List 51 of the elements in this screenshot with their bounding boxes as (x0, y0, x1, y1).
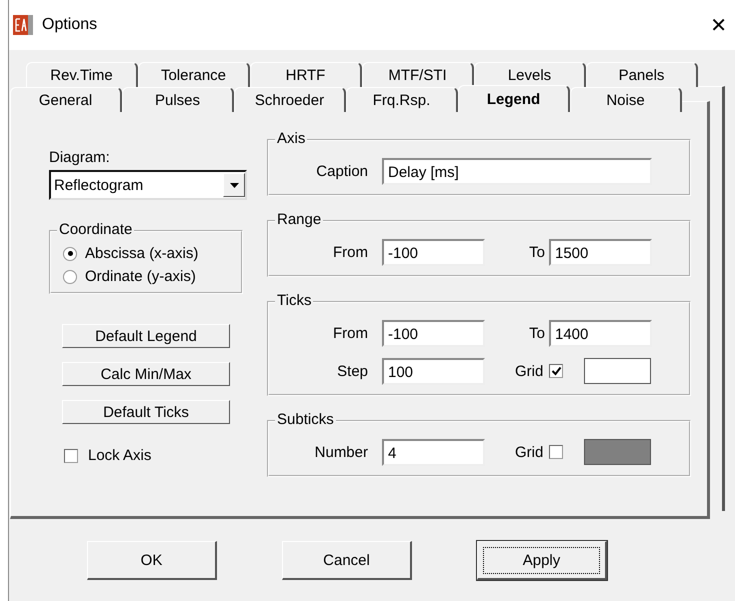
checkbox[interactable] (64, 448, 78, 462)
action-button[interactable]: Calc Min/Max (62, 362, 230, 386)
tab[interactable]: Tolerance (138, 62, 250, 87)
dialog-button[interactable]: Apply (477, 541, 607, 580)
input-field[interactable]: 1500 (549, 238, 652, 266)
field-label: To (528, 324, 546, 342)
dialog-button[interactable]: Cancel (282, 541, 412, 580)
tab[interactable]: Legend (458, 85, 570, 112)
color-swatch[interactable] (584, 439, 652, 465)
input-field[interactable]: Delay [ms] (382, 158, 652, 184)
radio-label: Abscissa (x-axis) (85, 245, 198, 262)
input-field[interactable]: -100 (382, 238, 485, 266)
action-button[interactable]: Default Legend (62, 324, 230, 348)
input-field[interactable]: 1400 (549, 320, 652, 346)
radio-label: Ordinate (y-axis) (85, 268, 196, 285)
tab[interactable]: Rev.Time (26, 62, 138, 87)
tab[interactable]: HRTF (250, 62, 362, 87)
color-swatch[interactable] (584, 358, 652, 384)
input-field[interactable]: -100 (382, 320, 485, 346)
diagram-dropdown[interactable]: Reflectogram (49, 170, 247, 200)
tab[interactable]: Levels (474, 62, 586, 87)
tab[interactable]: Schroeder (234, 87, 346, 112)
field-label: Caption (315, 162, 369, 180)
tab[interactable]: MTF/STI (362, 62, 474, 87)
tab[interactable]: General (10, 87, 122, 112)
dialog-button[interactable]: OK (87, 541, 217, 580)
radio-button[interactable] (63, 270, 77, 284)
close-button[interactable]: ✕ (702, 13, 735, 37)
checkbox-label: Grid (515, 444, 544, 460)
tab[interactable]: Noise (570, 87, 682, 112)
field-label: Step (336, 362, 369, 380)
checkbox-label: Grid (515, 362, 544, 380)
window-title: Options (42, 16, 98, 34)
tab[interactable]: Frq.Rsp. (346, 87, 458, 112)
checkbox[interactable] (549, 364, 564, 378)
action-button[interactable]: Default Ticks (62, 400, 230, 424)
tab[interactable]: Panels (586, 62, 698, 87)
checkbox-label: Lock Axis (88, 447, 152, 464)
input-field[interactable]: 100 (382, 358, 485, 384)
dropdown-arrow-icon (230, 182, 238, 188)
field-label: Number (314, 444, 369, 460)
field-label: From (332, 324, 369, 342)
app-logo-icon (13, 15, 33, 35)
field-label: To (528, 244, 546, 260)
group-title: Range (275, 211, 324, 229)
input-field[interactable]: 4 (382, 438, 485, 466)
radio-button[interactable] (63, 246, 77, 260)
field-label: From (332, 244, 369, 260)
diagram-label: Diagram: (49, 149, 111, 166)
checkbox[interactable] (549, 445, 564, 459)
tab[interactable]: Pulses (122, 87, 234, 112)
